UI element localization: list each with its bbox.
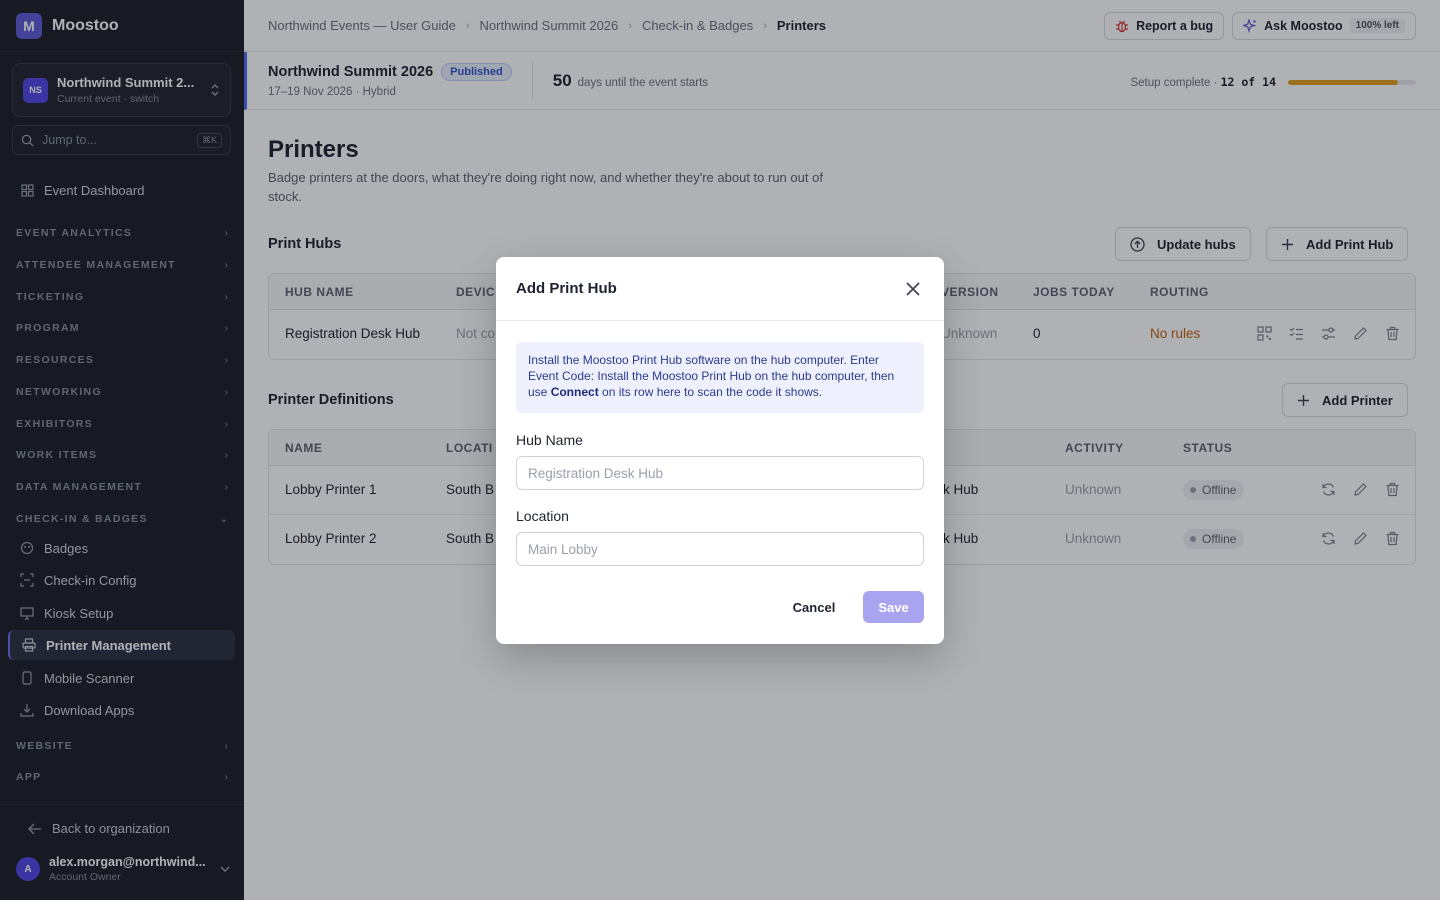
location-label: Location — [516, 508, 569, 524]
location-input[interactable] — [516, 532, 924, 566]
hub-name-input[interactable] — [516, 456, 924, 490]
info-callout: Install the Moostoo Print Hub software o… — [516, 342, 924, 413]
info-text-after: on its row here to scan the code it show… — [598, 385, 823, 399]
cancel-button[interactable]: Cancel — [776, 591, 852, 623]
info-text-connect: Connect — [550, 385, 599, 399]
modal-header: Add Print Hub — [496, 257, 944, 321]
save-button[interactable]: Save — [863, 591, 924, 623]
add-print-hub-modal: Add Print Hub Install the Moostoo Print … — [496, 257, 944, 644]
modal-title: Add Print Hub — [516, 280, 617, 297]
close-icon[interactable] — [902, 278, 924, 300]
hub-name-label: Hub Name — [516, 432, 583, 448]
